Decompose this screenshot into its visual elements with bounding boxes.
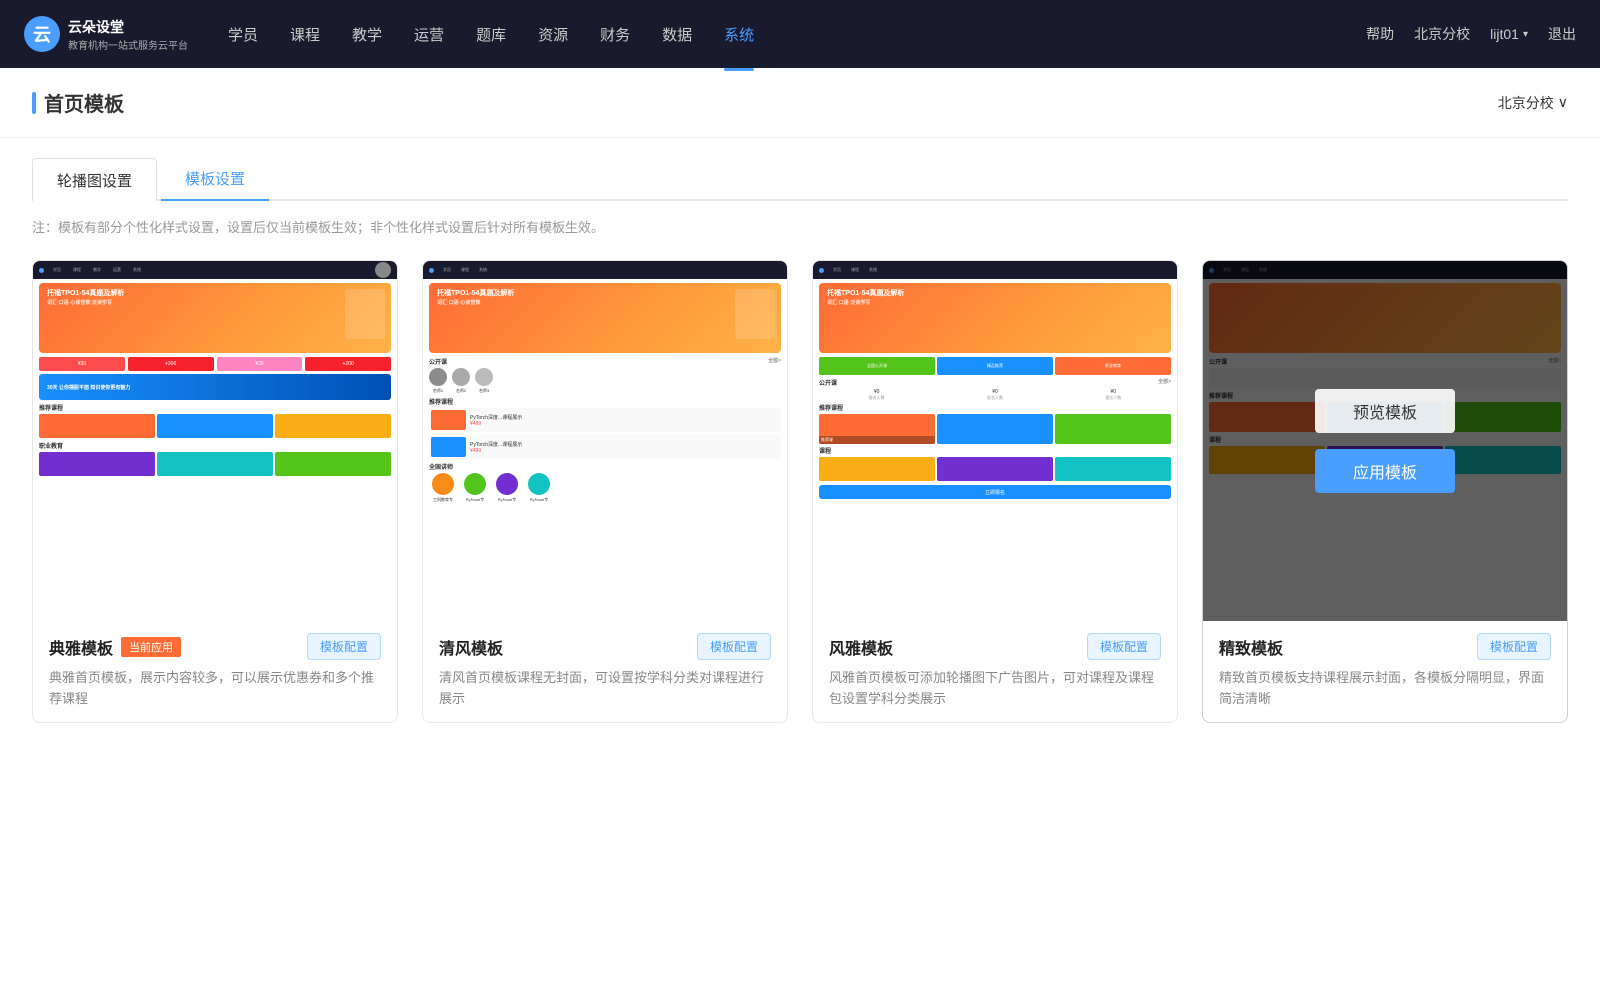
nav-logout[interactable]: 退出 bbox=[1548, 24, 1576, 44]
templates-grid: 学员 课程 教学 运营 系统 托福TPO1-54真题及解析 词汇·口语·心读悟惟… bbox=[0, 252, 1600, 763]
nav-item-finance[interactable]: 财务 bbox=[600, 20, 630, 49]
current-badge-elegant: 当前应用 bbox=[121, 637, 181, 657]
page-content: 首页模板 北京分校 ∨ 轮播图设置 模板设置 注：模板有部分个性化样式设置，设置… bbox=[0, 68, 1600, 990]
nav-bar: 云 云朵设堂 教育机构一站式服务云平台 学员 课程 教学 运营 题库 资源 财务… bbox=[0, 0, 1600, 68]
template-card-fengya: 学员 课程 系统 托福TPO1-54真题及解析 词汇·口语·泛读学写 bbox=[812, 260, 1178, 723]
page-header: 首页模板 北京分校 ∨ bbox=[0, 68, 1600, 138]
config-btn-clean[interactable]: 模板配置 bbox=[697, 633, 771, 660]
template-footer-elegant: 典雅模板 当前应用 模板配置 典雅首页模板，展示内容较多，可以展示优惠券和多个推… bbox=[33, 621, 397, 722]
nav-item-courses[interactable]: 课程 bbox=[290, 20, 320, 49]
template-preview-fengya[interactable]: 学员 课程 系统 托福TPO1-54真题及解析 词汇·口语·泛读学写 bbox=[813, 261, 1177, 621]
tabs: 轮播图设置 模板设置 bbox=[32, 158, 1568, 201]
logo-icon: 云 bbox=[24, 16, 60, 52]
template-desc-clean: 清风首页模板课程无封面，可设置按学科分类对课程进行展示 bbox=[439, 668, 771, 710]
template-preview-refined[interactable]: 学员 课程 系统 公开课全部> 推 bbox=[1203, 261, 1567, 621]
template-name-refined: 精致模板 bbox=[1219, 635, 1283, 659]
nav-item-system[interactable]: 系统 bbox=[724, 20, 754, 49]
logo-text: 云朵设堂 教育机构一站式服务云平台 bbox=[68, 17, 188, 52]
tab-carousel[interactable]: 轮播图设置 bbox=[32, 158, 157, 201]
page-title: 首页模板 bbox=[44, 88, 124, 117]
template-card-elegant: 学员 课程 教学 运营 系统 托福TPO1-54真题及解析 词汇·口语·心读悟惟… bbox=[32, 260, 398, 723]
nav-item-question-bank[interactable]: 题库 bbox=[476, 20, 506, 49]
config-btn-refined[interactable]: 模板配置 bbox=[1477, 633, 1551, 660]
template-footer-refined: 精致模板 模板配置 精致首页模板支持课程展示封面，各模板分隔明显，界面简洁清晰 bbox=[1203, 621, 1567, 722]
nav-item-resources[interactable]: 资源 bbox=[538, 20, 568, 49]
tabs-container: 轮播图设置 模板设置 bbox=[0, 138, 1600, 201]
template-name-clean: 清风模板 bbox=[439, 635, 503, 659]
nav-item-students[interactable]: 学员 bbox=[228, 20, 258, 49]
template-card-refined: 学员 课程 系统 公开课全部> 推 bbox=[1202, 260, 1568, 723]
template-card-clean: 学员 课程 系统 托福TPO1-54真题及解析 词汇·口语·心读悟惟 bbox=[422, 260, 788, 723]
branch-dropdown-arrow: ∨ bbox=[1558, 94, 1568, 111]
template-desc-refined: 精致首页模板支持课程展示封面，各模板分隔明显，界面简洁清晰 bbox=[1219, 668, 1551, 710]
template-desc-fengya: 风雅首页模板可添加轮播图下广告图片，可对课程及课程包设置学科分类展示 bbox=[829, 668, 1161, 710]
nav-menu: 学员 课程 教学 运营 题库 资源 财务 数据 系统 bbox=[228, 20, 1366, 49]
branch-selector[interactable]: 北京分校 ∨ bbox=[1498, 93, 1568, 113]
page-title-bar bbox=[32, 92, 36, 114]
apply-btn-refined[interactable]: 应用模板 bbox=[1315, 449, 1455, 493]
preview-btn-refined[interactable]: 预览模板 bbox=[1315, 389, 1455, 433]
nav-item-teaching[interactable]: 教学 bbox=[352, 20, 382, 49]
config-btn-fengya[interactable]: 模板配置 bbox=[1087, 633, 1161, 660]
nav-user[interactable]: lijt01 ▾ bbox=[1490, 26, 1528, 42]
nav-help[interactable]: 帮助 bbox=[1366, 24, 1394, 44]
note-text: 注：模板有部分个性化样式设置，设置后仅当前模板生效；非个性化样式设置后针对所有模… bbox=[0, 201, 1600, 252]
template-overlay-refined: 预览模板 应用模板 bbox=[1203, 261, 1567, 621]
nav-logo[interactable]: 云 云朵设堂 教育机构一站式服务云平台 bbox=[24, 16, 188, 52]
template-desc-elegant: 典雅首页模板，展示内容较多，可以展示优惠券和多个推荐课程 bbox=[49, 668, 381, 710]
nav-item-operations[interactable]: 运营 bbox=[414, 20, 444, 49]
user-dropdown-arrow: ▾ bbox=[1523, 29, 1528, 40]
nav-item-data[interactable]: 数据 bbox=[662, 20, 692, 49]
template-preview-elegant[interactable]: 学员 课程 教学 运营 系统 托福TPO1-54真题及解析 词汇·口语·心读悟惟… bbox=[33, 261, 397, 621]
page-title-wrap: 首页模板 bbox=[32, 88, 124, 117]
config-btn-elegant[interactable]: 模板配置 bbox=[307, 633, 381, 660]
template-name-fengya: 风雅模板 bbox=[829, 635, 893, 659]
tab-template[interactable]: 模板设置 bbox=[161, 158, 269, 201]
template-footer-clean: 清风模板 模板配置 清风首页模板课程无封面，可设置按学科分类对课程进行展示 bbox=[423, 621, 787, 722]
template-name-elegant: 典雅模板 bbox=[49, 635, 113, 659]
template-footer-fengya: 风雅模板 模板配置 风雅首页模板可添加轮播图下广告图片，可对课程及课程包设置学科… bbox=[813, 621, 1177, 722]
template-preview-clean[interactable]: 学员 课程 系统 托福TPO1-54真题及解析 词汇·口语·心读悟惟 bbox=[423, 261, 787, 621]
nav-branch[interactable]: 北京分校 bbox=[1414, 24, 1470, 44]
nav-right: 帮助 北京分校 lijt01 ▾ 退出 bbox=[1366, 24, 1576, 44]
